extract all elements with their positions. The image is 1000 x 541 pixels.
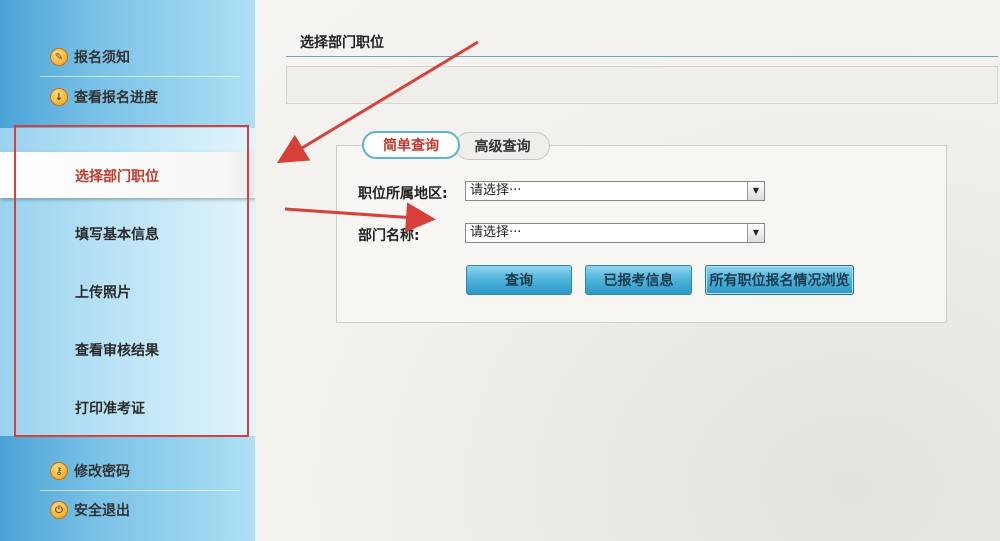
region-select-value: 请选择···	[470, 183, 522, 198]
chevron-down-icon[interactable]: ▼	[747, 182, 764, 200]
annotation-highlight-box	[14, 125, 249, 437]
department-label: 部门名称:	[358, 228, 420, 244]
key-icon: ⚷	[50, 462, 68, 480]
chevron-down-icon[interactable]: ▼	[747, 224, 764, 242]
info-bar	[286, 66, 998, 104]
reported-info-button[interactable]: 已报考信息	[585, 265, 692, 295]
region-label: 职位所属地区:	[358, 186, 448, 202]
divider	[40, 490, 240, 491]
tab-advanced-query[interactable]: 高级查询	[455, 132, 550, 160]
tab-simple-query[interactable]: 简单查询	[362, 131, 460, 159]
sidebar-item-label: 修改密码	[74, 464, 130, 480]
download-icon: ↓	[50, 88, 68, 106]
sidebar-item-label: 报名须知	[74, 50, 130, 66]
sidebar-item-progress[interactable]: ↓ 查看报名进度	[50, 85, 158, 109]
department-select[interactable]: 请选择··· ▼	[465, 223, 765, 243]
sidebar-item-logout[interactable]: ⏻ 安全退出	[50, 498, 130, 522]
pencil-icon: ✎	[50, 48, 68, 66]
page-title: 选择部门职位	[300, 35, 384, 51]
query-button[interactable]: 查询	[466, 265, 572, 295]
power-icon: ⏻	[50, 501, 68, 519]
sidebar-item-notice[interactable]: ✎ 报名须知	[50, 45, 130, 69]
region-select[interactable]: 请选择··· ▼	[465, 181, 765, 201]
all-positions-button[interactable]: 所有职位报名情况浏览	[705, 265, 854, 295]
department-select-value: 请选择···	[470, 225, 522, 240]
divider	[40, 76, 240, 77]
sidebar-item-change-password[interactable]: ⚷ 修改密码	[50, 459, 130, 483]
title-divider	[286, 56, 998, 57]
sidebar-item-label: 查看报名进度	[74, 90, 158, 106]
sidebar-item-label: 安全退出	[74, 503, 130, 519]
